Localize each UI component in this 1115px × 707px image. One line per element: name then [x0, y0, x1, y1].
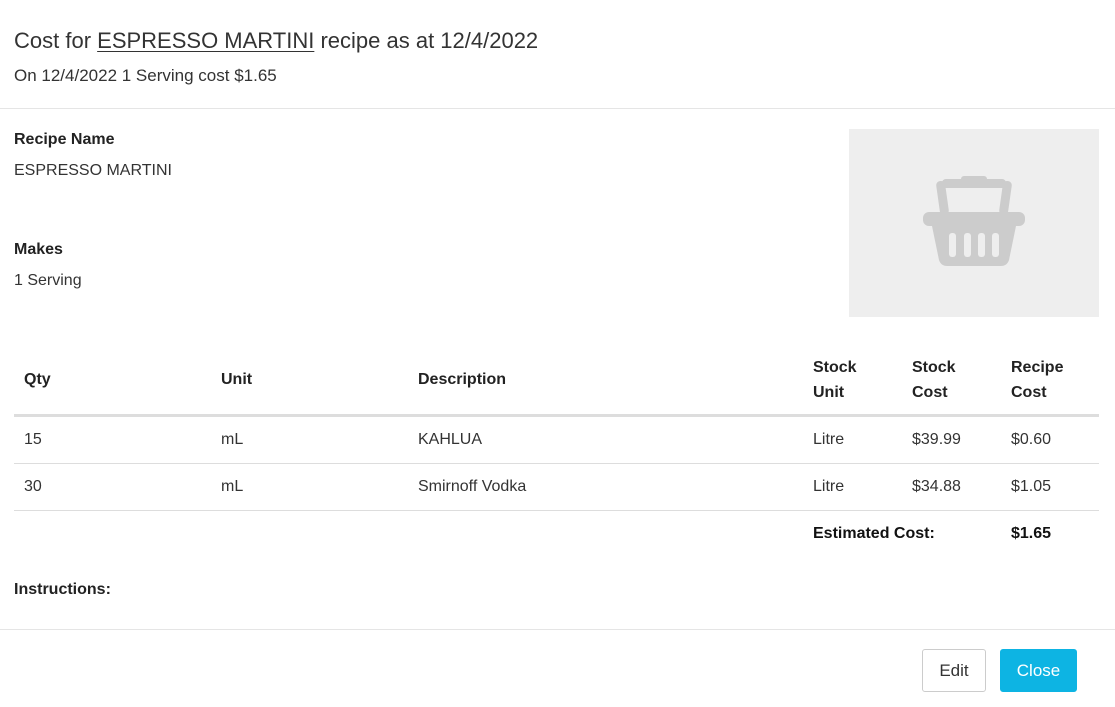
total-spacer [408, 511, 803, 558]
cell-stock-unit: Litre [803, 415, 902, 464]
makes-label: Makes [14, 241, 63, 258]
col-header-stock-unit-line2: Unit [813, 383, 845, 401]
col-header-qty: Qty [14, 345, 211, 417]
cell-stock-unit: Litre [803, 463, 902, 511]
cell-stock-cost-link[interactable]: $34.88 [902, 463, 1001, 511]
makes-value: 1 Serving [14, 272, 82, 289]
title-prefix: Cost for [14, 28, 98, 53]
instructions-label: Instructions: [14, 581, 111, 598]
recipe-name-value: ESPRESSO MARTINI [14, 162, 172, 179]
total-spacer [14, 511, 211, 558]
cell-recipe-cost: $1.05 [1001, 463, 1099, 511]
recipe-name-link[interactable]: ESPRESSO MARTINI [97, 28, 314, 53]
col-header-stock-unit-line1: Stock [813, 358, 857, 376]
modal-footer: Edit Close [0, 629, 1115, 707]
col-header-stock-cost-line2: Cost [912, 383, 948, 401]
title-suffix: recipe as at 12/4/2022 [314, 28, 539, 53]
estimated-cost-value: $1.65 [1011, 525, 1052, 542]
ingredients-table: Qty Unit Description Stock Unit Stock Cost… [14, 345, 1099, 557]
total-spacer [211, 511, 408, 558]
edit-button[interactable]: Edit [922, 649, 986, 692]
cell-unit: mL [211, 415, 408, 464]
cell-qty: 30 [14, 463, 211, 511]
modal-body: Recipe Name ESPRESSO MARTINI Makes 1 Ser… [0, 109, 1115, 629]
modal-title: Cost for ESPRESSO MARTINI recipe as at 1… [14, 27, 1101, 55]
cell-unit: mL [211, 463, 408, 511]
basket-icon [923, 175, 1025, 271]
col-header-recipe-cost: Recipe Cost [1001, 345, 1099, 417]
table-header-row: Qty Unit Description Stock Unit Stock Cost… [14, 345, 1099, 417]
serving-cost-summary: On 12/4/2022 1 Serving cost $1.65 [14, 66, 277, 85]
recipe-name-label: Recipe Name [14, 131, 115, 148]
table-row: 15 mL KAHLUA Litre $39.99 $0.60 [14, 415, 1099, 464]
cell-recipe-cost: $0.60 [1001, 415, 1099, 464]
col-header-stock-cost: Stock Cost [902, 345, 1001, 417]
cell-description: KAHLUA [408, 415, 803, 464]
modal-header: Cost for ESPRESSO MARTINI recipe as at 1… [0, 0, 1115, 109]
close-button[interactable]: Close [1000, 649, 1077, 692]
recipe-cost-modal: Cost for ESPRESSO MARTINI recipe as at 1… [0, 0, 1115, 707]
estimated-cost-label: Estimated Cost: [813, 525, 935, 542]
cell-stock-cost-link[interactable]: $39.99 [902, 415, 1001, 464]
col-header-description: Description [408, 345, 803, 417]
col-header-stock-cost-line1: Stock [912, 358, 956, 376]
recipe-image-placeholder [849, 129, 1099, 317]
cell-description: Smirnoff Vodka [408, 463, 803, 511]
col-header-unit: Unit [211, 345, 408, 417]
estimated-cost-row: Estimated Cost: $1.65 [14, 511, 1099, 558]
cell-qty: 15 [14, 415, 211, 464]
table-row: 30 mL Smirnoff Vodka Litre $34.88 $1.05 [14, 463, 1099, 511]
col-header-recipe-cost-line1: Recipe [1011, 358, 1064, 376]
col-header-recipe-cost-line2: Cost [1011, 383, 1047, 401]
col-header-stock-unit: Stock Unit [803, 345, 902, 417]
